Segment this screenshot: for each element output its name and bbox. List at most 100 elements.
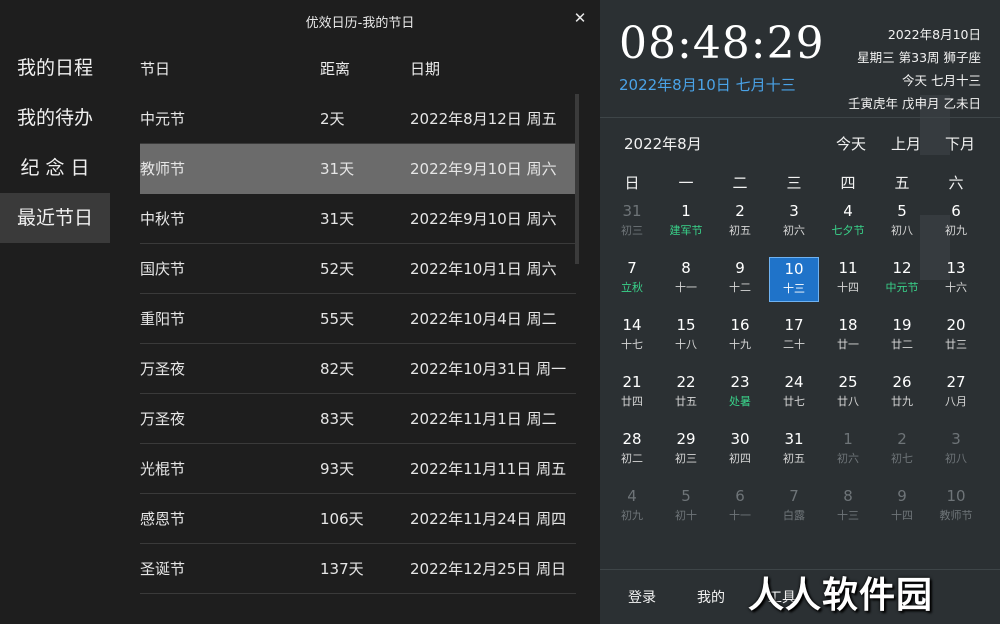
calendar-day[interactable]: 19 廿二 <box>877 314 927 359</box>
day-number: 16 <box>730 316 750 334</box>
calendar-day[interactable]: 9 十四 <box>877 485 927 530</box>
lunar-label: 十九 <box>729 338 751 351</box>
calendar-day[interactable]: 25 廿八 <box>823 371 873 416</box>
calendar-day[interactable]: 26 廿九 <box>877 371 927 416</box>
today-button[interactable]: 今天 <box>836 133 866 154</box>
calendar-day[interactable]: 2 初七 <box>877 428 927 473</box>
table-row[interactable]: 中秋节 31天 2022年9月10日 周六 <box>140 194 576 244</box>
calendar-day[interactable]: 20 廿三 <box>931 314 981 359</box>
calendar-day[interactable]: 8 十三 <box>823 485 873 530</box>
calendar-day[interactable]: 29 初三 <box>661 428 711 473</box>
festival-distance: 55天 <box>320 310 355 328</box>
calendar-day-today[interactable]: 10 十三 <box>769 257 819 302</box>
calendar-day[interactable]: 2 初五 <box>715 200 765 245</box>
festival-distance: 2天 <box>320 110 345 128</box>
lunar-label: 初三 <box>675 452 697 465</box>
watermark: 人人软件园 <box>748 575 934 616</box>
day-number: 4 <box>627 487 637 505</box>
calendar-day[interactable]: 16 十九 <box>715 314 765 359</box>
calendar-day[interactable]: 13 十六 <box>931 257 981 302</box>
calendar-day[interactable]: 12 中元节 <box>877 257 927 302</box>
calendar-day[interactable]: 27 八月 <box>931 371 981 416</box>
lunar-label: 白露 <box>783 509 805 522</box>
day-number: 13 <box>946 259 966 277</box>
table-row[interactable]: 圣诞节 137天 2022年12月25日 周日 <box>140 544 576 594</box>
calendar-day[interactable]: 6 十一 <box>715 485 765 530</box>
calendar-day[interactable]: 28 初二 <box>607 428 657 473</box>
day-number: 7 <box>627 259 637 277</box>
day-number: 5 <box>897 202 907 220</box>
festival-distance: 31天 <box>320 210 355 228</box>
sidebar-item-schedule[interactable]: 我的日程 <box>0 43 110 93</box>
scrollbar[interactable] <box>575 94 579 264</box>
calendar-day[interactable]: 7 立秋 <box>607 257 657 302</box>
calendar-day[interactable]: 4 七夕节 <box>823 200 873 245</box>
lunar-label: 初五 <box>783 452 805 465</box>
mine-button[interactable]: 我的 <box>697 587 725 607</box>
calendar-day[interactable]: 10 教师节 <box>931 485 981 530</box>
calendar-day[interactable]: 17 二十 <box>769 314 819 359</box>
calendar-day[interactable]: 31 初三 <box>607 200 657 245</box>
lunar-label: 处暑 <box>729 395 751 408</box>
table-row[interactable]: 中元节 2天 2022年8月12日 周五 <box>140 94 576 144</box>
lunar-label: 十二 <box>729 281 751 294</box>
lunar-label: 十四 <box>837 281 859 294</box>
calendar-day[interactable]: 8 十一 <box>661 257 711 302</box>
festival-name: 重阳节 <box>140 310 186 328</box>
calendar-day[interactable]: 11 十四 <box>823 257 873 302</box>
table-row[interactable]: 万圣夜 83天 2022年11月1日 周二 <box>140 394 576 444</box>
sidebar-item-anniversary[interactable]: 纪 念 日 <box>0 143 110 193</box>
calendar-day[interactable]: 5 初十 <box>661 485 711 530</box>
calendar-day[interactable]: 9 十二 <box>715 257 765 302</box>
calendar-day[interactable]: 15 十八 <box>661 314 711 359</box>
weekday-header: 日一二三四五六 <box>600 172 1000 194</box>
calendar-day[interactable]: 1 建军节 <box>661 200 711 245</box>
calendar-day[interactable]: 31 初五 <box>769 428 819 473</box>
next-month-button[interactable]: 下月 <box>945 133 975 154</box>
festival-date: 2022年11月1日 周二 <box>410 410 557 428</box>
lunar-label: 十六 <box>945 281 967 294</box>
festival-distance: 93天 <box>320 460 355 478</box>
day-number: 30 <box>730 430 750 448</box>
day-number: 1 <box>681 202 691 220</box>
calendar-day[interactable]: 30 初四 <box>715 428 765 473</box>
calendar-day[interactable]: 7 白露 <box>769 485 819 530</box>
calendar-day[interactable]: 23 处暑 <box>715 371 765 416</box>
table-row[interactable]: 教师节 31天 2022年9月10日 周六 <box>140 144 576 194</box>
calendar-day[interactable]: 22 廿五 <box>661 371 711 416</box>
scrollbar-thumb[interactable] <box>575 94 579 264</box>
lunar-label: 八月 <box>945 395 967 408</box>
lunar-label: 中元节 <box>885 281 919 294</box>
calendar-day[interactable]: 18 廿一 <box>823 314 873 359</box>
festival-distance: 83天 <box>320 410 355 428</box>
table-row[interactable]: 重阳节 55天 2022年10月4日 周二 <box>140 294 576 344</box>
prev-month-button[interactable]: 上月 <box>891 133 921 154</box>
calendar-day[interactable]: 5 初八 <box>877 200 927 245</box>
calendar-day[interactable]: 14 十七 <box>607 314 657 359</box>
info-week: 星期三 第33周 狮子座 <box>857 50 981 65</box>
calendar-day[interactable]: 1 初六 <box>823 428 873 473</box>
calendar-day[interactable]: 3 初八 <box>931 428 981 473</box>
sidebar-item-recent-festivals[interactable]: 最近节日 <box>0 193 110 243</box>
calendar-day[interactable]: 3 初六 <box>769 200 819 245</box>
close-icon[interactable]: ✕ <box>571 9 589 27</box>
lunar-label: 十四 <box>891 509 913 522</box>
table-row[interactable]: 国庆节 52天 2022年10月1日 周六 <box>140 244 576 294</box>
calendar-day[interactable]: 21 廿四 <box>607 371 657 416</box>
weekday-label: 五 <box>894 174 910 192</box>
table-row[interactable]: 感恩节 106天 2022年11月24日 周四 <box>140 494 576 544</box>
lunar-label: 十一 <box>729 509 751 522</box>
info-ganzhi: 壬寅虎年 戊申月 乙未日 <box>848 96 981 111</box>
calendar-day[interactable]: 4 初九 <box>607 485 657 530</box>
calendar-day[interactable]: 6 初九 <box>931 200 981 245</box>
day-number: 10 <box>784 260 804 278</box>
calendar-day[interactable]: 24 廿七 <box>769 371 819 416</box>
lunar-label: 廿九 <box>891 395 913 408</box>
table-row[interactable]: 万圣夜 82天 2022年10月31日 周一 <box>140 344 576 394</box>
sidebar-item-todo[interactable]: 我的待办 <box>0 93 110 143</box>
day-number: 5 <box>681 487 691 505</box>
sidebar: 我的日程 我的待办 纪 念 日 最近节日 <box>0 43 110 243</box>
day-number: 9 <box>897 487 907 505</box>
table-row[interactable]: 光棍节 93天 2022年11月11日 周五 <box>140 444 576 494</box>
login-button[interactable]: 登录 <box>628 587 656 607</box>
